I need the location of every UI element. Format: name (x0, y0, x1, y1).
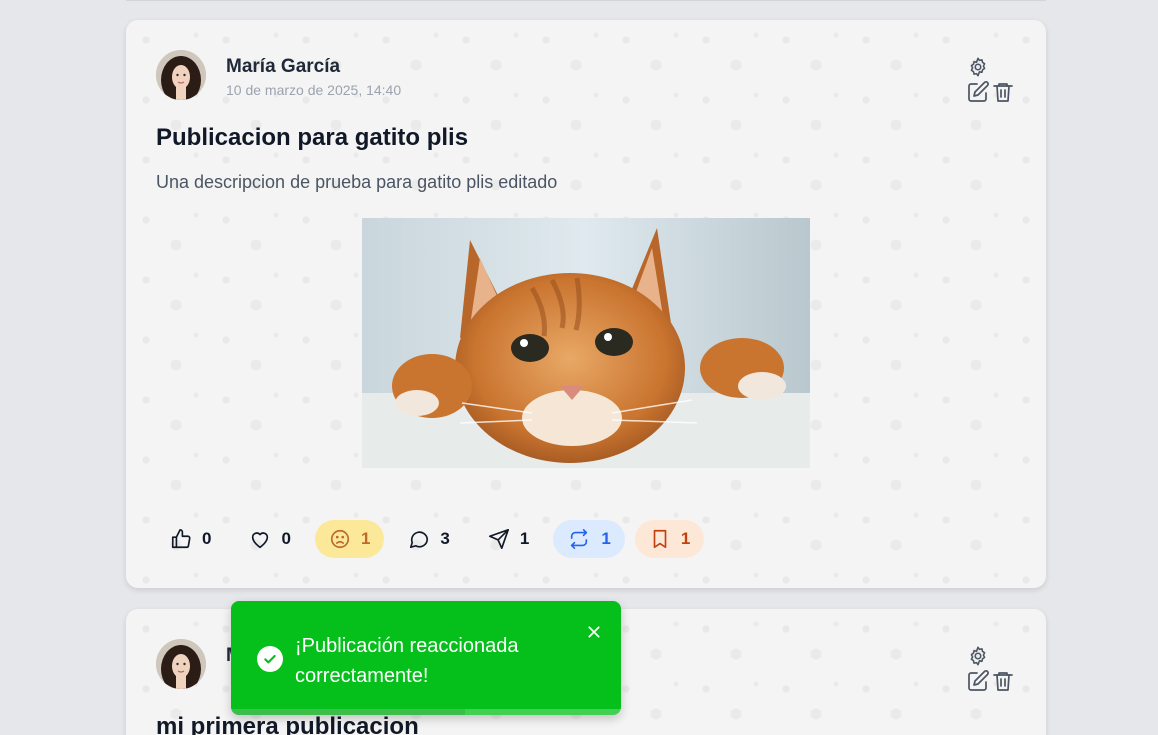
trash-icon[interactable] (991, 669, 1015, 693)
post-card: María García 10 de marzo de 2025, 14:40 … (126, 20, 1046, 588)
comment-icon (410, 531, 429, 549)
repost-count: 1 (601, 529, 611, 548)
edit-icon[interactable] (966, 669, 990, 693)
author-name[interactable]: María García (226, 56, 340, 78)
bookmark-count: 1 (680, 529, 691, 548)
toast-message: ¡Publicación reaccionada correctamente! (295, 635, 519, 687)
success-toast: ¡Publicación reaccionada correctamente! (231, 601, 621, 715)
edit-icon[interactable] (966, 80, 990, 104)
toast-progress-track (231, 709, 621, 715)
feed: María García 10 de marzo de 2025, 14:40 … (0, 0, 1158, 735)
heart-icon (252, 532, 269, 549)
like-count: 0 (202, 529, 212, 548)
sad-count: 1 (360, 529, 371, 548)
sad-button[interactable]: 1 (314, 520, 385, 558)
love-count: 0 (281, 529, 291, 548)
like-button[interactable]: 0 (156, 520, 225, 558)
share-button[interactable]: 1 (474, 520, 543, 558)
post-title: Publicacion para gatito plis (156, 124, 469, 151)
bookmark-icon (653, 529, 667, 549)
comment-count: 3 (440, 529, 450, 548)
check-circle-icon (257, 646, 283, 672)
trash-icon[interactable] (991, 80, 1015, 104)
avatar[interactable] (156, 639, 206, 689)
toast-progress-bar (231, 709, 465, 715)
close-icon[interactable] (583, 621, 605, 643)
post-date: 10 de marzo de 2025, 14:40 (226, 82, 402, 98)
send-icon (488, 529, 509, 549)
thumbs-up-icon (171, 529, 191, 549)
gear-icon[interactable] (966, 644, 990, 668)
bookmark-button[interactable]: 1 (634, 520, 705, 558)
gear-icon[interactable] (966, 55, 990, 79)
repost-icon (571, 529, 588, 549)
avatar[interactable] (156, 50, 206, 100)
post-title: mi primera publicacion (156, 713, 419, 735)
repost-button[interactable]: 1 (553, 520, 625, 558)
post-image[interactable] (362, 218, 810, 468)
sad-face-icon (330, 529, 350, 549)
comment-button[interactable]: 3 (394, 520, 463, 558)
divider (126, 0, 1046, 1)
reaction-bar: 0 0 1 3 1 1 1 (156, 520, 705, 558)
share-count: 1 (519, 529, 530, 548)
post-description: Una descripcion de prueba para gatito pl… (156, 172, 558, 192)
love-button[interactable]: 0 (235, 520, 304, 558)
